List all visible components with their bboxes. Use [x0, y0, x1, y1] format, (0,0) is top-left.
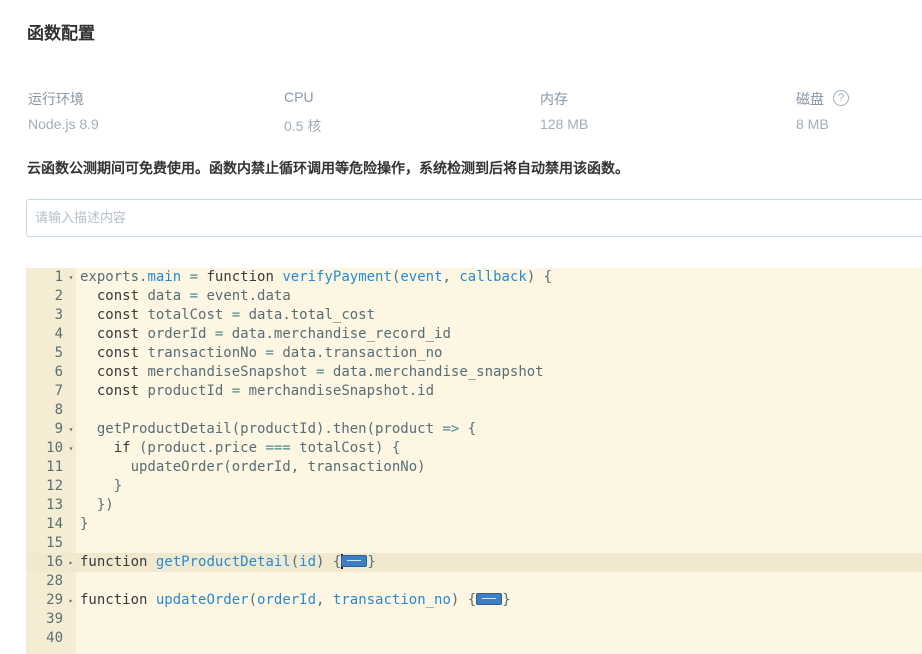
line-number: 15 — [46, 535, 63, 551]
code-text: const totalCost = data.total_cost — [96, 307, 376, 323]
code-line[interactable]: 12 } — [26, 477, 922, 496]
code-text: function getProductDetail(id) {} — [80, 553, 376, 570]
spec-value-disk: 8 MB — [796, 116, 829, 132]
code-line[interactable]: 8 — [26, 401, 922, 420]
code-text: } — [80, 516, 89, 532]
help-icon[interactable]: ? — [833, 90, 849, 106]
code-line[interactable]: 1 ▾ exports.main = function verifyPayment(… — [26, 268, 922, 287]
code-line[interactable]: 14} — [26, 515, 922, 534]
line-number: 6 — [54, 364, 63, 380]
fold-open-icon[interactable]: ▾ — [66, 439, 76, 458]
code-line[interactable]: 9 ▾ getProductDetail(productId).then(prod… — [26, 420, 922, 439]
code-text: function updateOrder(orderId, transactio… — [80, 592, 511, 608]
notice-text: 云函数公测期间可免费使用。函数内禁止循环调用等危险操作，系统检测到后将自动禁用该… — [27, 161, 629, 177]
code-text: const merchandiseSnapshot = data.merchan… — [96, 364, 544, 380]
spec-value-cpu: 0.5 核 — [284, 118, 322, 134]
line-number: 10 — [46, 440, 63, 456]
line-number: 2 — [54, 288, 63, 304]
line-number: 7 — [54, 383, 63, 399]
line-number: 5 — [54, 345, 63, 361]
code-line[interactable]: 15 — [26, 534, 922, 553]
code-text: } — [80, 478, 123, 494]
line-number: 14 — [46, 516, 63, 532]
folded-code-icon[interactable] — [341, 555, 368, 567]
folded-code-icon[interactable] — [476, 593, 503, 605]
code-text: updateOrder(orderId, transactionNo) — [80, 459, 426, 475]
line-number: 29 — [46, 592, 63, 608]
code-text: getProductDetail(productId).then(product… — [80, 421, 477, 437]
line-number: 11 — [46, 459, 63, 475]
page-title: 函数配置 — [27, 24, 95, 44]
spec-label-memory: 内存 — [540, 91, 568, 107]
line-number: 13 — [46, 497, 63, 513]
spec-value-memory: 128 MB — [540, 116, 589, 132]
code-line[interactable]: 5 const transactionNo = data.transaction… — [26, 344, 922, 363]
line-number: 28 — [46, 573, 63, 589]
code-text: if (product.price === totalCost) { — [113, 440, 401, 456]
code-line[interactable]: 10 ▾ if (product.price === totalCost) { — [26, 439, 922, 458]
line-number: 39 — [46, 611, 63, 627]
line-number: 9 — [54, 421, 63, 437]
code-line[interactable]: 40 — [26, 629, 922, 648]
code-line[interactable]: 7 const productId = merchandiseSnapshot.… — [26, 382, 922, 401]
code-line[interactable]: 3 const totalCost = data.total_cost — [26, 306, 922, 325]
code-text: const orderId = data.merchandise_record_… — [96, 326, 451, 342]
code-line[interactable]: 11 updateOrder(orderId, transactionNo) — [26, 458, 922, 477]
description-input[interactable] — [26, 199, 922, 237]
code-text: const data = event.data — [96, 288, 291, 304]
code-text: }) — [80, 497, 114, 513]
line-number: 16 — [46, 554, 63, 570]
code-line[interactable]: 6 const merchandiseSnapshot = data.merch… — [26, 363, 922, 382]
fold-open-icon[interactable]: ▾ — [66, 268, 76, 287]
spec-value-runtime: Node.js 8.9 — [28, 116, 99, 132]
line-number: 8 — [54, 402, 63, 418]
line-number: 4 — [54, 326, 63, 342]
code-text: const transactionNo = data.transaction_n… — [96, 345, 443, 361]
spec-label-runtime: 运行环境 — [28, 91, 84, 107]
code-line[interactable]: 16 ▸ function getProductDetail(id) {} — [26, 553, 922, 572]
code-line[interactable]: 29 ▸ function updateOrder(orderId, transac… — [26, 591, 922, 610]
fold-open-icon[interactable]: ▾ — [66, 420, 76, 439]
spec-label-cpu: CPU — [284, 89, 314, 105]
code-line[interactable]: 39 — [26, 610, 922, 629]
code-line[interactable]: 13 }) — [26, 496, 922, 515]
line-number: 12 — [46, 478, 63, 494]
code-text: exports.main = function verifyPayment(ev… — [80, 269, 553, 285]
fold-closed-icon[interactable]: ▸ — [66, 553, 76, 572]
line-number: 40 — [46, 630, 63, 646]
code-line[interactable]: 4 const orderId = data.merchandise_recor… — [26, 325, 922, 344]
code-line[interactable]: 2 const data = event.data — [26, 287, 922, 306]
code-editor[interactable]: 1 ▾ exports.main = function verifyPayment(… — [26, 268, 922, 654]
code-line[interactable]: 28 — [26, 572, 922, 591]
line-number: 1 — [54, 269, 63, 285]
fold-closed-icon[interactable]: ▸ — [66, 591, 76, 610]
line-number: 3 — [54, 307, 63, 323]
spec-label-disk: 磁盘 — [796, 91, 824, 107]
code-text: const productId = merchandiseSnapshot.id — [96, 383, 435, 399]
